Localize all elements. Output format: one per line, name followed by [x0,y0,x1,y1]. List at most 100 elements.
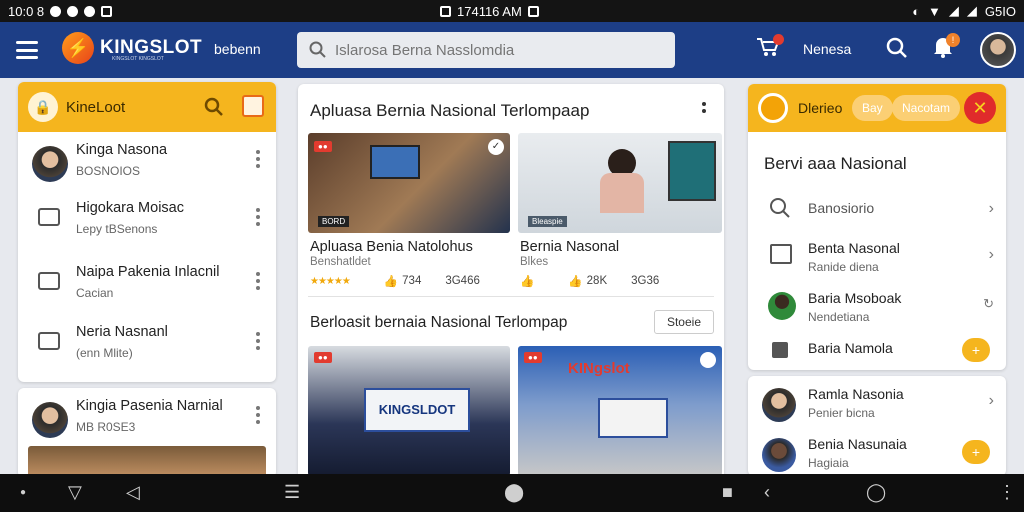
document-icon [770,244,792,264]
add-button[interactable]: + [962,338,990,362]
chevron-down-icon[interactable]: ▽ [68,482,82,503]
list-item[interactable]: Kinga Nasona BOSNOIOS [18,134,276,190]
list-item[interactable]: Baria Msoboak Nendetiana ↻ [748,284,1006,332]
list-item[interactable]: Ramla Nasonia Penier bicna › [748,380,1006,428]
play-icon[interactable] [700,352,716,368]
avatar [762,438,796,472]
chat-icon[interactable]: ◯ [866,482,886,503]
add-button[interactable]: + [962,440,990,464]
user-avatar[interactable] [980,32,1016,68]
notification-bell-icon[interactable]: ! [932,33,960,61]
live-badge: ●● [524,352,542,363]
search-icon[interactable] [204,97,224,122]
list-item[interactable]: Benta Nasonal Ranide diena › [748,234,1006,282]
vibrate-icon: ◐ [912,3,921,19]
cart-icon[interactable] [756,34,784,62]
avatar [32,146,68,182]
refresh-icon[interactable]: ↻ [983,296,994,312]
more-options-icon[interactable] [256,272,260,290]
news-thumbnail[interactable]: Bleaspie [518,133,722,233]
more-options-icon[interactable] [256,150,260,168]
close-icon[interactable]: ✕ [964,92,996,124]
back-icon[interactable]: ◁ [126,482,140,503]
avatar [32,402,68,438]
square-icon[interactable]: ■ [722,482,733,503]
recent-apps-icon[interactable]: ☰ [284,482,300,503]
section-title: Bervi aaa Nasional [764,154,907,173]
menu-icon[interactable] [16,41,38,59]
view-count: 3G36 [631,275,660,287]
right-panel-header: Dlerieo Bay Nacotam ✕ [748,84,1006,132]
like-icon[interactable]: 👍 [384,274,398,288]
bookmark-icon [772,342,788,358]
news-thumbnail[interactable]: KINgslot ●● [518,346,722,476]
inbox-icon [38,208,60,226]
list-item[interactable]: Benia Nasunaia Hagiaia + [748,430,1006,476]
home-icon[interactable]: ⬤ [504,482,524,503]
list-item-title: Neria Nasnanl [76,324,168,340]
main-feed: Apluasa Bernia Nasional Terlompaap ●● ✓ … [298,84,724,480]
list-item-title: Banosiorio [808,200,875,216]
right-card-2: Ramla Nasonia Penier bicna › Benia Nasun… [748,376,1006,476]
more-options-icon[interactable] [256,406,260,424]
news-title[interactable]: Bernia Nasonal [520,239,619,255]
more-options-icon[interactable] [256,332,260,350]
play-icon[interactable]: ✓ [488,139,504,155]
nav-label[interactable]: Nenesa [803,41,851,57]
presenter-body [600,173,644,213]
news-thumbnail[interactable]: ●● ✓ BORD [308,133,510,233]
like-icon[interactable]: 👍 [568,274,582,288]
more-vertical-icon[interactable]: ⋮ [998,482,1016,503]
right-panel: Dlerieo Bay Nacotam ✕ Bervi aaa Nasional… [748,84,1006,370]
rating-stars-icon: ★★★★★ [310,275,351,287]
back-small-icon[interactable]: ‹ [764,482,770,503]
search-icon [309,41,326,58]
list-item[interactable]: Baria Namola + [748,328,1006,370]
search-icon[interactable] [886,37,908,59]
center-clock: 174116 AM [457,3,522,19]
section-title: Berloasit bernaia Nasional Terlompap [310,314,568,331]
list-item[interactable]: Kingia Pasenia Narnial MB R0SE3 [18,390,276,446]
more-options-icon[interactable] [702,102,706,113]
calendar-icon[interactable] [242,95,264,117]
avatar [768,292,796,320]
list-item[interactable]: Neria Nasnanl (enn Mlite) [18,316,276,372]
notification-icon [50,5,62,17]
list-item-title: Kinga Nasona [76,142,168,158]
left-panel: 🔒 KineLoot Kinga Nasona BOSNOIOS Higokar… [18,82,276,382]
brand-logo[interactable]: ⚡ KINGSLOT KINGSLOT KINGSLOT [62,32,202,64]
nav-link[interactable]: bebenn [214,41,261,57]
signal-icon: ◢ [948,3,959,18]
signal-icon: ◢ [966,3,977,18]
like-icon[interactable]: 👍 [520,274,534,288]
video-caption: Bleaspie [528,216,567,227]
list-item-subtitle: Nendetiana [808,310,870,324]
screen-graphic [370,145,420,179]
search-bar[interactable] [297,32,675,68]
chevron-right-icon: › [988,246,994,263]
system-nav-bar: ● ▽ ◁ ☰ ⬤ ■ ‹ ◯ ⋮ [0,474,1024,512]
banner-graphic: KINGSLDOT [364,388,470,432]
notification-icon [67,5,79,17]
filter-pill[interactable]: Bay [852,95,893,121]
more-options-icon[interactable] [256,208,260,226]
screenshot-icon [527,5,539,17]
list-item[interactable]: Banosiorio › [748,188,1006,236]
news-thumbnail[interactable]: KINGSLDOT ●● [308,346,510,476]
see-more-button[interactable]: Stoeie [653,310,714,334]
search-input[interactable] [335,41,655,59]
app-notification-icon [101,5,113,17]
list-item[interactable]: Higokara Moisac Lepy tBSenons [18,192,276,248]
laptop-icon [38,332,60,350]
clock: 10:0 8 [8,3,45,19]
logo-icon: ⚡ [62,32,94,64]
view-count: 3G466 [445,275,480,287]
list-item[interactable]: Naipa Pakenia Inlacnil Cacian [18,256,276,312]
news-title[interactable]: Apluasa Benia Natolohus [310,239,473,255]
left-panel-header: 🔒 KineLoot [18,82,276,132]
lock-icon: 🔒 [28,92,58,122]
chevron-right-icon: › [988,200,994,217]
filter-pill[interactable]: Nacotam [892,95,961,121]
like-count: 28K [586,275,608,287]
list-item-subtitle: Ranide diena [808,260,879,274]
